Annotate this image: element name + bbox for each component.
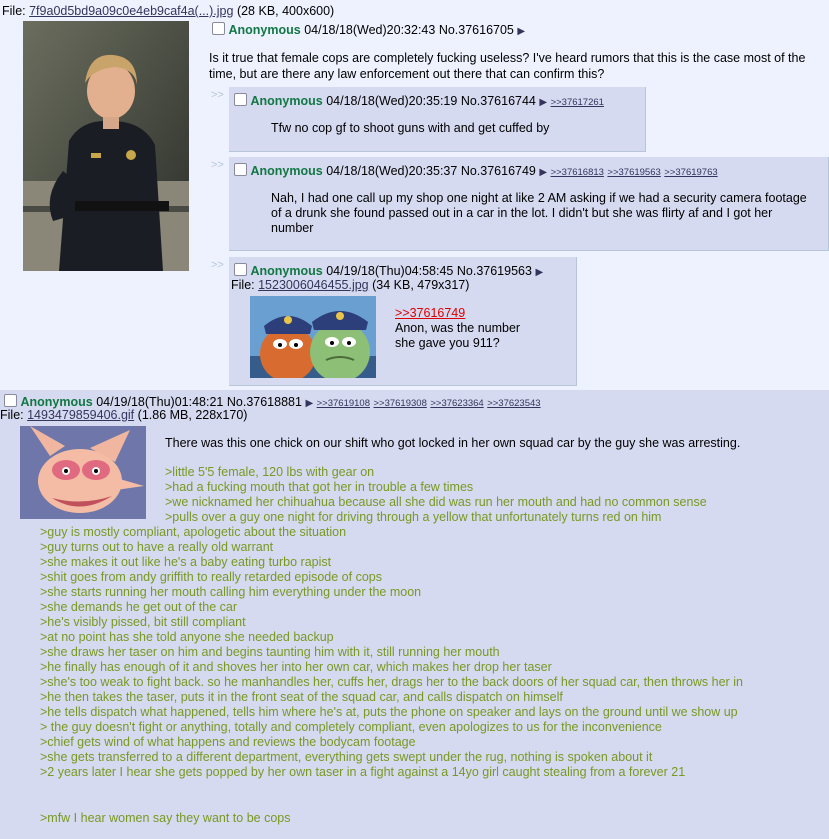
police-officer-photo [23,21,189,271]
poster-name: Anonymous [250,264,323,278]
op-header: Anonymous 04/18/18(Wed)20:32:43 No.37616… [212,22,525,37]
reply-header: Anonymous 04/19/18(Thu)01:48:21 No.37618… [4,394,541,409]
post-checkbox[interactable] [234,93,247,106]
op-thumbnail[interactable] [23,21,189,271]
greentext-line: >she's too weak to fight back. so he man… [40,675,743,689]
greentext-line: >we nicknamed her chihuahua because all … [165,495,707,509]
reply-file-info: File: 1523006046455.jpg (34 KB, 479x317) [231,278,470,292]
greentext-line: >she demands he get out of the car [40,600,238,614]
poster-name: Anonymous [250,94,323,108]
greentext-line: >pulls over a guy one night for driving … [165,510,662,524]
post-datetime: 04/18/18(Wed)20:32:43 [304,23,436,37]
greentext-line: >had a fucking mouth that got her in tro… [165,480,474,494]
reply-text: Nah, I had one call up my shop one night… [271,191,807,235]
backlink[interactable]: >>37623364 [430,398,483,409]
greentext-line: >she starts running her mouth calling hi… [40,585,422,599]
post-menu-arrow-icon[interactable]: ▶ [535,267,543,278]
greentext-line: >shit goes from andy griffith to really … [40,570,382,584]
post-number[interactable]: No.37619563 [457,264,532,278]
backlink[interactable]: >>37623543 [487,398,540,409]
greentext-line: >she makes it out like he's a baby eatin… [40,555,332,569]
post-datetime: 04/19/18(Thu)01:48:21 [96,395,224,409]
post-checkbox[interactable] [234,163,247,176]
backlink[interactable]: >>37619308 [373,398,426,409]
poster-name: Anonymous [228,23,301,37]
side-arrows: >> [211,259,224,271]
greentext-line: >guy turns out to have a really old warr… [40,540,274,554]
backlink[interactable]: >>37619563 [607,167,660,178]
cartoon-chihuahua-image [20,426,146,519]
post-number[interactable]: No.37618881 [227,395,302,409]
greentext-closing: >mfw I hear women say they want to be co… [40,811,291,825]
quotelink[interactable]: >>37616749 [395,306,465,320]
post-menu-arrow-icon[interactable]: ▶ [539,97,547,108]
post-number[interactable]: No.37616705 [439,23,514,37]
op-file-link[interactable]: 7f9a0d5bd9a09c0e4eb9caf4a(...).jpg [29,4,233,18]
reply-header: Anonymous 04/18/18(Wed)20:35:19 No.37616… [234,93,604,108]
reply-file-info: File: 1493479859406.gif (1.86 MB, 228x17… [0,408,248,422]
reply-text: Tfw no cop gf to shoot guns with and get… [271,121,550,135]
greentext-line: >little 5'5 female, 120 lbs with gear on [165,465,375,479]
reply-post-37616749: Anonymous 04/18/18(Wed)20:35:37 No.37616… [229,157,829,251]
poster-name: Anonymous [250,164,323,178]
op-file-info: File: 7f9a0d5bd9a09c0e4eb9caf4a(...).jpg… [2,4,335,18]
post-datetime: 04/19/18(Thu)04:58:45 [326,264,454,278]
greentext-line: >guy is mostly compliant, apologetic abo… [40,525,347,539]
greentext-line: >at no point has she told anyone she nee… [40,630,334,644]
post-number[interactable]: No.37616744 [461,94,536,108]
backlink[interactable]: >>37619763 [664,167,717,178]
reply-header: Anonymous 04/18/18(Wed)20:35:37 No.37616… [234,163,718,178]
reply-file-link[interactable]: 1493479859406.gif [27,408,134,422]
reply-file-link[interactable]: 1523006046455.jpg [258,278,369,292]
greentext-line: >he finally has enough of it and shoves … [40,660,552,674]
greentext-line: >chief gets wind of what happens and rev… [40,735,416,749]
post-menu-arrow-icon[interactable]: ▶ [305,398,313,409]
poster-name: Anonymous [20,395,93,409]
greentext-line: >2 years later I hear she gets popped by… [40,765,686,779]
reply-body: >>37616749 Anon, was the number she gave… [395,306,521,350]
greentext-line: >she draws her taser on him and begins t… [40,645,500,659]
ren-gif-thumbnail[interactable] [20,426,146,519]
fish-police-image [250,296,376,378]
post-intro: There was this one chick on our shift wh… [165,436,741,450]
post-checkbox[interactable] [212,22,225,35]
reply-post-37619563: Anonymous 04/19/18(Thu)04:58:45 No.37619… [229,257,577,386]
side-arrows: >> [211,159,224,171]
op-text: Is it true that female cops are complete… [209,51,806,81]
backlink[interactable]: >>37617261 [551,97,604,108]
greentext-line: >she gets transferred to a different dep… [40,750,653,764]
greentext-block-right: >little 5'5 female, 120 lbs with gear on… [165,465,707,525]
greentext-line: > the guy doesn't fight or anything, tot… [40,720,662,734]
greentext-line: >he then takes the taser, puts it in the… [40,690,563,704]
greentext-block: >guy is mostly compliant, apologetic abo… [40,525,743,780]
backlink[interactable]: >>37616813 [551,167,604,178]
post-datetime: 04/18/18(Wed)20:35:37 [326,164,458,178]
post-datetime: 04/18/18(Wed)20:35:19 [326,94,458,108]
greentext-line: >he's visibly pissed, bit still complian… [40,615,246,629]
fish-cops-thumbnail[interactable] [250,296,376,378]
side-arrows: >> [211,89,224,101]
reply-header: Anonymous 04/19/18(Thu)04:58:45 No.37619… [234,263,543,278]
post-number[interactable]: No.37616749 [461,164,536,178]
post-menu-arrow-icon[interactable]: ▶ [517,26,525,37]
post-checkbox[interactable] [234,263,247,276]
greentext-line: >he tells dispatch what happened, tells … [40,705,738,719]
reply-post-37616744: Anonymous 04/18/18(Wed)20:35:19 No.37616… [229,87,646,152]
post-menu-arrow-icon[interactable]: ▶ [539,167,547,178]
post-checkbox[interactable] [4,394,17,407]
backlink[interactable]: >>37619108 [317,398,370,409]
reply-post-37618881: Anonymous 04/19/18(Thu)01:48:21 No.37618… [0,390,829,839]
